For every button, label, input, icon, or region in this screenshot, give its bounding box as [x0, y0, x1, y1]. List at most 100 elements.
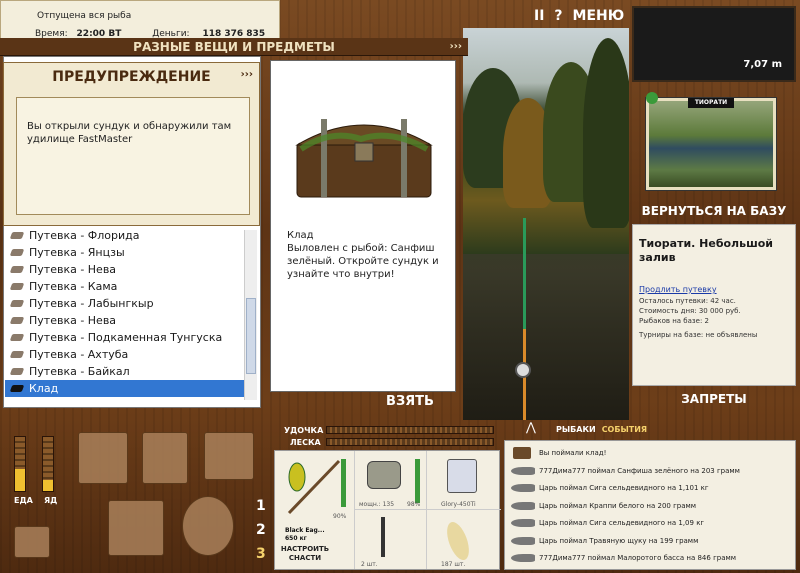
- list-item-label: Путевка - Кама: [29, 280, 118, 293]
- list-item[interactable]: Путевка - Нева: [5, 312, 249, 329]
- event-text: 777Дима777 поймал Малоротого басса на 84…: [539, 554, 737, 562]
- reel-slot[interactable]: мощн.: 135 98%: [355, 451, 427, 569]
- item-name: Клад: [287, 230, 314, 241]
- collapse-arrows-icon[interactable]: ›››: [450, 38, 462, 56]
- permit-remaining: Осталось путевки: 42 час.: [639, 297, 736, 305]
- status-panel: Отпущена вся рыба Время: 22:00 ВТ Деньги…: [0, 0, 280, 49]
- rod-lure-icon: [287, 459, 341, 515]
- list-item[interactable]: Путевка - Ахтуба: [5, 346, 249, 363]
- reel-power: мощн.: 135: [359, 501, 395, 508]
- help-button[interactable]: ?: [554, 8, 562, 24]
- rod-tension-bar: [326, 426, 494, 434]
- list-item-label: Путевка - Флорида: [29, 229, 140, 242]
- list-item[interactable]: Путевка - Байкал: [5, 363, 249, 380]
- bait-box-icon[interactable]: [14, 526, 50, 558]
- warning-title: ПРЕДУПРЕЖДЕНИЕ: [52, 69, 211, 85]
- chest-icon: [513, 447, 531, 459]
- list-item-label: Путевка - Нева: [29, 263, 117, 276]
- pin-icon: [646, 92, 658, 104]
- depth-value: 7,07 m: [743, 59, 782, 70]
- fishing-rod: [523, 218, 526, 420]
- ticket-icon: [9, 266, 25, 273]
- warning-arrows-icon[interactable]: ›››: [241, 69, 253, 80]
- event-text: Царь поймал Травяную щуку на 199 грамм: [539, 536, 699, 545]
- list-item[interactable]: Путевка - Флорида: [5, 227, 249, 244]
- fish-icon: [511, 536, 535, 545]
- depth-panel: 7,07 m: [632, 6, 796, 82]
- list-item-label: Путевка - Подкаменная Тунгуска: [29, 331, 223, 344]
- poison-label: ЯД: [44, 496, 58, 505]
- warning-title-bar: ПРЕДУПРЕЖДЕНИЕ ›››: [4, 69, 259, 85]
- list-item[interactable]: Путевка - Подкаменная Тунгуска: [5, 329, 249, 346]
- reel-wear-bar: [415, 459, 420, 503]
- ticket-icon: [9, 283, 25, 290]
- event-text: Царь поймал Краппи белого на 200 грамм: [539, 501, 697, 510]
- treasure-chest-icon: [295, 119, 433, 198]
- pause-button[interactable]: II: [534, 8, 544, 24]
- items-panel-title: РАЗНЫЕ ВЕЩИ И ПРЕДМЕТЫ: [133, 40, 335, 54]
- extend-permit-link[interactable]: Продлить путевку: [639, 285, 789, 294]
- event-text: Царь поймал Сига сельдевидного на 1,101 …: [539, 484, 709, 492]
- event-item: Вы поймали клад!: [509, 445, 793, 461]
- ticket-icon: [9, 232, 25, 239]
- poison-meter: [42, 436, 54, 492]
- backpack-icon[interactable]: [142, 432, 188, 484]
- fishermen-count: Рыбаков на базе: 2: [639, 317, 709, 325]
- menu-button[interactable]: МЕНЮ: [573, 8, 625, 24]
- event-item: 777Дима777 поймал Малоротого басса на 84…: [509, 550, 793, 566]
- tab-fishermen[interactable]: РЫБАКИ: [556, 425, 596, 437]
- list-item-label: Клад: [29, 382, 59, 395]
- event-item: Царь поймал Травяную щуку на 199 грамм: [509, 533, 793, 549]
- equipment-panel: 90% Black Eag... 650 кг мощн.: 135 98% G…: [274, 450, 501, 570]
- food-meter: [14, 436, 26, 492]
- tournaments-info: Турниры на базе: не объявлены: [639, 331, 758, 339]
- bait-count: 187 шт.: [441, 561, 466, 568]
- fishing-scene[interactable]: [463, 28, 629, 420]
- list-item[interactable]: Путевка - Лабынгкыр: [5, 295, 249, 312]
- cursor-icon: ⋀: [526, 420, 536, 434]
- ticket-icon: [9, 249, 25, 256]
- slot-2[interactable]: 2: [256, 522, 266, 538]
- list-item[interactable]: Путевка - Нева: [5, 261, 249, 278]
- fish-icon: [511, 466, 535, 475]
- line-bar-label: ЛЕСКА: [290, 438, 321, 447]
- fish-icon: [511, 519, 535, 527]
- top-nav: II ? МЕНЮ: [534, 6, 626, 26]
- list-item[interactable]: Путевка - Кама: [5, 278, 249, 295]
- items-list: Путевка - Флорида Путевка - Янцзы Путевка …: [5, 227, 249, 397]
- slot-3[interactable]: 3: [256, 546, 266, 562]
- list-item[interactable]: Путевка - Янцзы: [5, 244, 249, 261]
- ticket-icon: [9, 334, 25, 341]
- return-to-base-button[interactable]: ВЕРНУТЬСЯ НА БАЗУ: [632, 202, 796, 220]
- bans-button[interactable]: ЗАПРЕТЫ: [632, 390, 796, 408]
- items-scrollbar[interactable]: [244, 230, 257, 400]
- list-item-label: Путевка - Ахтуба: [29, 348, 129, 361]
- list-item-label: Путевка - Нева: [29, 314, 117, 327]
- event-text: Царь поймал Сига сельдевидного на 1,09 к…: [539, 519, 705, 527]
- tab-events[interactable]: СОБЫТИЯ: [602, 425, 647, 437]
- book-icon[interactable]: [204, 432, 254, 480]
- item-description-block: Клад Выловлен с рыбой: Санфиш зелёный. О…: [287, 229, 447, 281]
- reel-icon: [515, 362, 531, 378]
- setup-tackle-button[interactable]: НАСТРОИТЬ СНАСТИ: [279, 545, 331, 563]
- scrollbar-thumb[interactable]: [246, 298, 256, 374]
- slot-1[interactable]: 1: [256, 498, 266, 514]
- fish-icon: [511, 554, 535, 562]
- take-button[interactable]: ВЗЯТЬ: [380, 394, 440, 412]
- keepnet-icon[interactable]: [182, 496, 234, 556]
- food-label: ЕДА: [14, 496, 33, 505]
- list-item[interactable]: Клад: [5, 380, 249, 397]
- fish-icon: [511, 484, 535, 492]
- ticket-icon: [9, 300, 25, 307]
- event-item: 777Дима777 поймал Санфиша зелёного на 20…: [509, 463, 793, 479]
- line-spool-icon: [447, 459, 477, 493]
- item-card: Клад Выловлен с рыбой: Санфиш зелёный. О…: [270, 60, 456, 392]
- event-item: Царь поймал Сига сельдевидного на 1,09 к…: [509, 515, 793, 531]
- camera-icon[interactable]: [108, 500, 164, 556]
- fish-icon: [511, 501, 535, 510]
- warning-dialog: ПРЕДУПРЕЖДЕНИЕ ››› Вы открыли сундук и о…: [3, 62, 260, 226]
- location-photo-label: ТИОРАТИ: [688, 98, 734, 108]
- ticket-icon: [9, 351, 25, 358]
- tackle-box-icon[interactable]: [78, 432, 128, 484]
- line-name: Glory-450Ti: [441, 501, 476, 508]
